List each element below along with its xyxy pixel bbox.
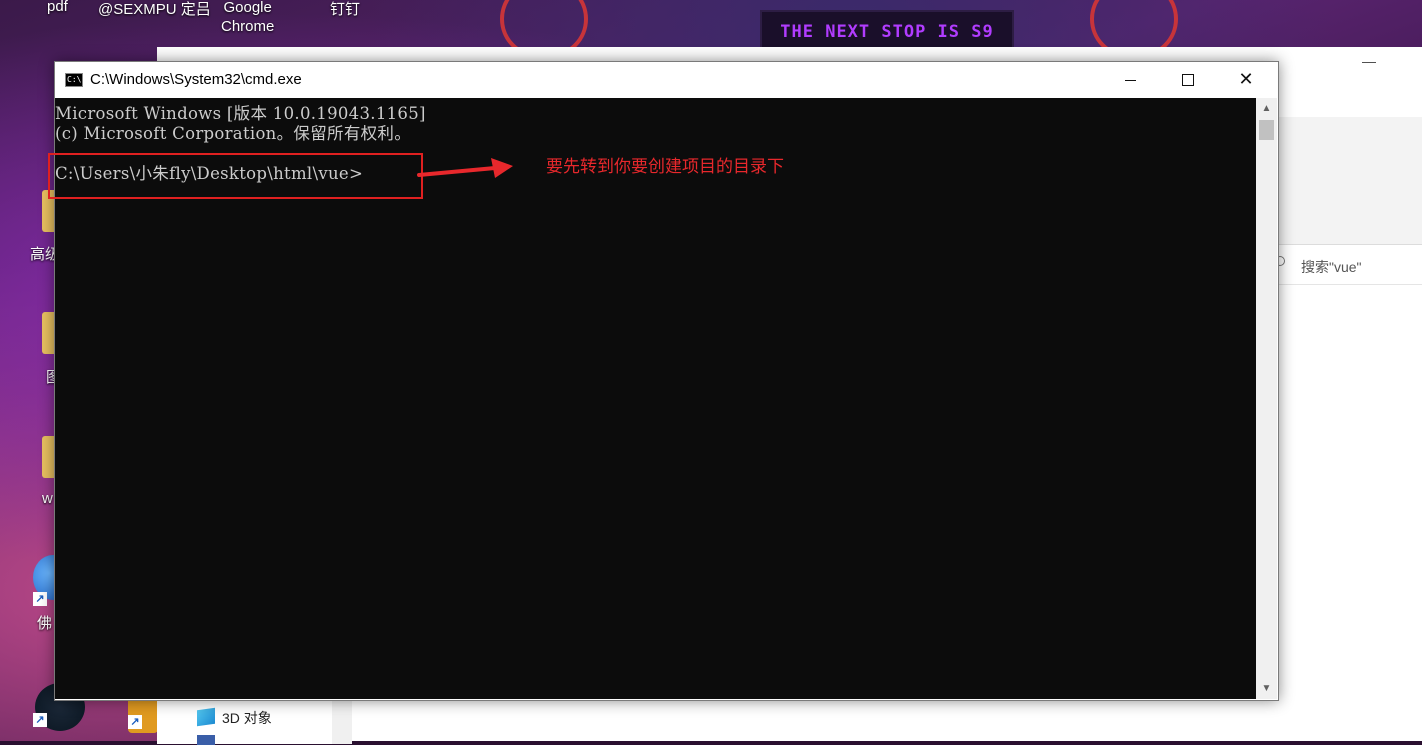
scroll-up-icon[interactable]: ▲ xyxy=(1256,98,1277,119)
annotation-arrow-icon xyxy=(417,158,513,178)
desktop-icon-label-dingtalk[interactable]: 钉钉 xyxy=(330,0,360,19)
minimize-button[interactable] xyxy=(1101,62,1159,98)
cmd-window[interactable]: C:\ C:\Windows\System32\cmd.exe ✕ Micros… xyxy=(48,61,1279,701)
3d-objects-icon xyxy=(197,707,215,727)
nav-item-3d-objects[interactable]: 3D 对象 xyxy=(222,708,272,728)
desktop-icon-label-pdf[interactable]: pdf xyxy=(47,0,68,15)
desktop-icon-label-w[interactable]: w xyxy=(42,490,53,507)
annotation-text: 要先转到你要创建项目的目录下 xyxy=(546,157,784,176)
explorer-ribbon xyxy=(1277,117,1422,245)
scroll-down-icon[interactable]: ▼ xyxy=(1256,678,1277,699)
desktop-folder-icon xyxy=(197,735,215,745)
desktop-icon-label-fo[interactable]: 佛 xyxy=(37,612,52,633)
shortcut-arrow-icon: ↗ xyxy=(33,592,47,606)
cmd-titlebar[interactable]: C:\ C:\Windows\System32\cmd.exe ✕ xyxy=(55,62,1278,98)
vertical-scrollbar[interactable]: ▲ ▼ xyxy=(1256,98,1277,699)
desktop-icon-label-sexmpu[interactable]: @SEXMPU 定吕 xyxy=(98,0,211,19)
explorer-minimize-button[interactable]: — xyxy=(1362,53,1376,69)
shortcut-arrow-icon: ↗ xyxy=(33,713,47,727)
console-line-copyright: (c) Microsoft Corporation。保留所有权利。 xyxy=(55,124,412,143)
scroll-thumb[interactable] xyxy=(1259,120,1274,140)
shortcut-arrow-icon: ↗ xyxy=(128,715,142,729)
annotation-highlight-box xyxy=(48,153,423,199)
explorer-divider xyxy=(1277,244,1422,245)
maximize-button[interactable] xyxy=(1159,62,1217,98)
maximize-icon xyxy=(1182,74,1194,86)
close-icon: ✕ xyxy=(1238,69,1254,90)
explorer-search-placeholder[interactable]: 搜索"vue" xyxy=(1301,257,1362,277)
minimize-icon xyxy=(1124,79,1136,81)
window-title: C:\Windows\System32\cmd.exe xyxy=(90,71,302,88)
desktop-icon-label-chrome[interactable]: Google Chrome xyxy=(221,0,274,36)
console-output[interactable]: Microsoft Windows [版本 10.0.19043.1165] (… xyxy=(48,98,1256,699)
cmd-app-icon: C:\ xyxy=(65,73,83,87)
close-button[interactable]: ✕ xyxy=(1217,62,1275,98)
